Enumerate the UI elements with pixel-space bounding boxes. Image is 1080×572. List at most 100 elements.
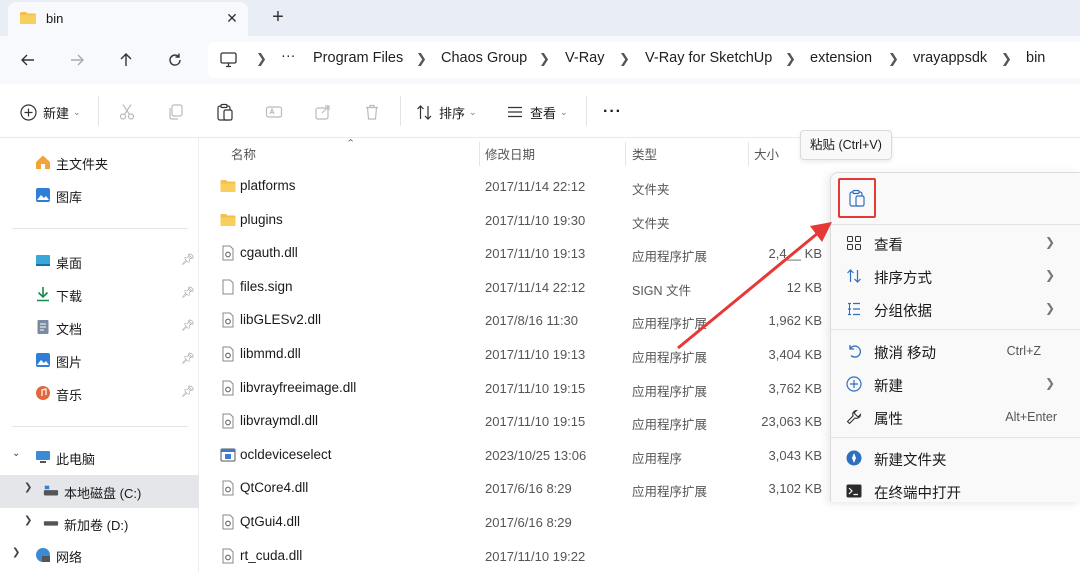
refresh-button[interactable]: [161, 46, 189, 74]
menu-item-new-folder[interactable]: 新建文件夹: [831, 443, 1080, 473]
rename-icon: [265, 106, 283, 118]
column-header-type[interactable]: 类型: [632, 144, 657, 163]
file-type: 应用程序: [632, 451, 683, 466]
dll-icon: [222, 548, 234, 564]
column-header-date[interactable]: 修改日期: [485, 144, 535, 163]
menu-item-sort-by[interactable]: 排序方式 ❯: [831, 261, 1080, 291]
view-button[interactable]: 查看 ⌄: [506, 100, 568, 124]
close-tab-icon[interactable]: ✕: [222, 8, 242, 28]
delete-button[interactable]: [363, 100, 381, 124]
column-header-size[interactable]: 大小: [754, 144, 779, 163]
column-divider[interactable]: [625, 142, 626, 166]
breadcrumb-extension[interactable]: extension: [810, 50, 872, 66]
breadcrumb-bin[interactable]: bin: [1026, 50, 1045, 66]
sidebar-item-this-pc[interactable]: ⌄ 此电脑: [0, 442, 199, 472]
file-size: 12 KB: [786, 279, 822, 295]
new-button[interactable]: 新建 ⌄: [20, 100, 81, 124]
file-row[interactable]: libmmd.dll 2017/11/10 19:13 应用程序扩展 3,404 KB: [200, 338, 828, 371]
file-row[interactable]: QtCore4.dll 2017/6/16 8:29 应用程序扩展 3,102 KB: [200, 472, 828, 505]
sidebar-item-documents[interactable]: 文档 📌︎: [0, 312, 199, 342]
sort-button[interactable]: 排序 ⌄: [416, 100, 477, 124]
new-tab-button[interactable]: +: [266, 6, 290, 30]
chevron-right-icon: ❯: [1044, 376, 1055, 390]
cut-button[interactable]: [118, 100, 136, 124]
tab-bin[interactable]: bin ✕: [8, 2, 248, 36]
dll-icon: [222, 312, 234, 328]
sidebar-item-music[interactable]: 音乐 📌︎: [0, 378, 199, 408]
menu-item-open-in-terminal[interactable]: 在终端中打开: [831, 476, 1080, 506]
file-size: 1,962 KB: [768, 313, 823, 329]
chevron-right-icon[interactable]: ❯: [24, 515, 32, 526]
sidebar-item-label: 此电脑: [56, 452, 96, 467]
column-header-name[interactable]: 名称: [231, 144, 256, 163]
breadcrumb-vrayappsdk[interactable]: vrayappsdk: [913, 50, 987, 66]
grid-icon: [847, 236, 861, 250]
desktop-icon: [36, 255, 50, 266]
file-date: 2017/11/10 19:15: [485, 414, 586, 430]
pin-icon: 📌︎: [181, 287, 195, 299]
sidebar-item-gallery[interactable]: 图库: [0, 180, 199, 210]
chevron-right-icon[interactable]: ❯: [24, 482, 32, 493]
paste-menu-button[interactable]: [838, 178, 876, 218]
file-date: 2017/11/10 19:13: [485, 347, 586, 362]
sidebar-item-new-volume-d[interactable]: ❯ 新加卷 (D:): [0, 508, 199, 538]
menu-item-group-by[interactable]: 分组依据 ❯: [831, 294, 1080, 324]
folder-icon: [20, 12, 36, 24]
file-name: libvrayfreeimage.dll: [240, 379, 357, 395]
rename-button[interactable]: [265, 100, 283, 124]
column-divider[interactable]: [748, 142, 749, 166]
sidebar-item-network[interactable]: ❯ 网络: [0, 540, 199, 570]
pin-icon: 📌︎: [181, 254, 195, 266]
breadcrumb-program-files[interactable]: Program Files: [313, 50, 403, 66]
breadcrumb-more[interactable]: ···: [281, 48, 296, 64]
more-options-button[interactable]: ···: [603, 100, 622, 124]
menu-item-label: 新建: [874, 379, 903, 395]
file-row[interactable]: platforms 2017/11/14 22:12 文件夹: [200, 170, 828, 203]
file-row[interactable]: cgauth.dll 2017/11/10 19:13 应用程序扩展 2,4__ KB: [200, 237, 828, 270]
column-divider[interactable]: [479, 142, 480, 166]
sidebar-item-desktop[interactable]: 桌面 📌︎: [0, 246, 199, 276]
terminal-icon: [846, 484, 862, 498]
file-row[interactable]: libvrayfreeimage.dll 2017/11/10 19:15 应用程序…: [200, 372, 828, 405]
file-row[interactable]: libGLESv2.dll 2017/8/16 11:30 应用程序扩展 1,962 …: [200, 304, 828, 337]
breadcrumb-chaos-group[interactable]: Chaos Group: [441, 50, 527, 66]
navigation-bar: ❯ ··· Program Files ❯ Chaos Group ❯ V-Ra…: [0, 36, 1080, 84]
up-button[interactable]: [112, 46, 140, 74]
chevron-right-icon[interactable]: ❯: [12, 547, 20, 558]
menu-item-undo-move[interactable]: 撤消 移动 Ctrl+Z: [831, 336, 1080, 366]
pictures-icon: [36, 353, 50, 367]
breadcrumb-v-ray[interactable]: V-Ray: [565, 50, 605, 66]
sidebar-item-downloads[interactable]: 下载 📌︎: [0, 279, 199, 309]
file-row[interactable]: libvraymdl.dll 2017/11/10 19:15 应用程序扩展 23,0…: [200, 405, 828, 438]
file-row[interactable]: plugins 2017/11/10 19:30 文件夹: [200, 204, 828, 237]
menu-item-new[interactable]: 新建 ❯: [831, 369, 1080, 399]
share-button[interactable]: [314, 100, 332, 124]
sidebar-item-label: 桌面: [56, 256, 83, 271]
toolbar-divider: [400, 96, 401, 126]
file-date: 2017/8/16 11:30: [485, 313, 579, 329]
menu-divider: [831, 224, 1080, 225]
command-bar: 新建 ⌄ 排序 ⌄ 查看 ⌄ ···: [0, 84, 1080, 138]
back-button[interactable]: [14, 46, 42, 74]
paste-button[interactable]: [216, 100, 234, 124]
file-name: libmmd.dll: [240, 346, 301, 361]
copy-button[interactable]: [167, 100, 185, 124]
chevron-down-icon[interactable]: ⌄: [12, 448, 20, 459]
address-bar[interactable]: ❯ ··· Program Files ❯ Chaos Group ❯ V-Ra…: [208, 42, 1080, 78]
sidebar-item-pictures[interactable]: 图片 📌︎: [0, 345, 199, 375]
file-date: 2017/6/16 8:29: [485, 481, 572, 497]
wrench-icon: [846, 409, 862, 425]
sidebar-item-local-disk-c[interactable]: ❯ 本地磁盘 (C:): [0, 475, 199, 508]
menu-item-properties[interactable]: 属性 Alt+Enter: [831, 402, 1080, 432]
menu-divider: [831, 329, 1080, 330]
file-size: 3,102 KB: [768, 481, 823, 497]
menu-item-label: 在终端中打开: [874, 486, 961, 502]
sidebar-item-home[interactable]: 主文件夹: [0, 147, 199, 177]
file-row[interactable]: ocldeviceselect 2023/10/25 13:06 应用程序 3,043…: [200, 439, 828, 472]
file-date: 2017/11/10 19:15: [485, 380, 586, 396]
forward-button[interactable]: [63, 46, 91, 74]
breadcrumb-v-ray-for-sketchup[interactable]: V-Ray for SketchUp: [645, 50, 772, 66]
menu-item-view[interactable]: 查看 ❯: [831, 228, 1080, 258]
file-type: SIGN 文件: [632, 283, 692, 298]
file-row[interactable]: files.sign 2017/11/14 22:12 SIGN 文件 12 KB: [200, 271, 828, 304]
